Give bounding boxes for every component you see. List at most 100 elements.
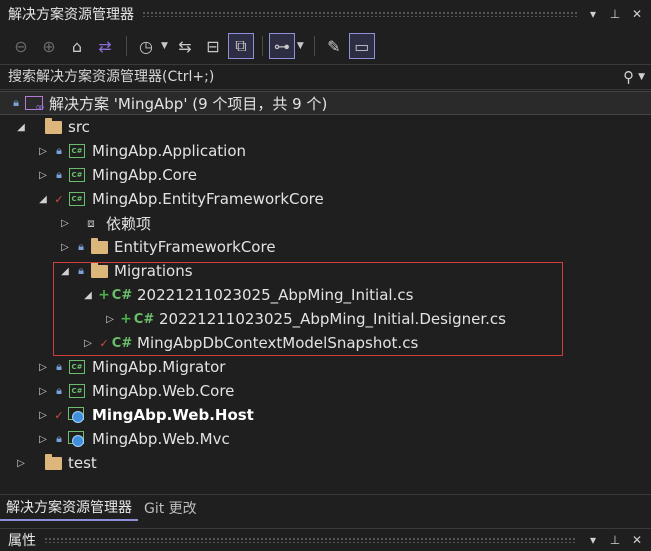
pin-icon[interactable]: ⊥ bbox=[609, 7, 621, 21]
csharp-file-icon: C# bbox=[111, 287, 133, 303]
tree-item-webhost[interactable]: ▷ ✓ MingAbp.Web.Host bbox=[0, 403, 651, 427]
tab-git-changes[interactable]: Git 更改 bbox=[138, 496, 203, 520]
bottom-tabs: 解决方案资源管理器 Git 更改 bbox=[0, 494, 651, 521]
folder-icon bbox=[89, 237, 109, 255]
csharp-file-icon: C# bbox=[133, 311, 155, 327]
tree-item-test[interactable]: ▷ test bbox=[0, 451, 651, 475]
search-bar: ⚲ ▼ bbox=[0, 64, 651, 90]
properties-wrench-icon[interactable]: ✎ bbox=[321, 33, 347, 59]
history-icon[interactable]: ◷ bbox=[133, 33, 159, 59]
forward-icon[interactable]: ⊕ bbox=[36, 33, 62, 59]
tree-item-application[interactable]: ▷ 🔒︎ C# MingAbp.Application bbox=[0, 139, 651, 163]
tree-item-label: Migrations bbox=[114, 262, 193, 280]
show-all-files-icon[interactable]: ⧉ bbox=[227, 33, 254, 59]
tree-item-label: EntityFrameworkCore bbox=[114, 238, 276, 256]
solution-icon bbox=[24, 95, 45, 114]
folder-icon bbox=[43, 117, 63, 135]
chevron-down-icon[interactable]: ▼ bbox=[297, 41, 304, 51]
lock-icon: 🔒︎ bbox=[78, 264, 84, 277]
close-icon[interactable]: ✕ bbox=[631, 533, 643, 547]
collapse-all-icon[interactable]: ⊟ bbox=[200, 33, 226, 59]
search-icon[interactable]: ⚲ bbox=[623, 68, 634, 86]
lock-icon: 🔒︎ bbox=[78, 240, 84, 253]
tree-item-label: MingAbpDbContextModelSnapshot.cs bbox=[137, 334, 419, 352]
web-project-icon bbox=[67, 407, 87, 423]
lock-icon: 🔒︎ bbox=[13, 96, 19, 109]
tree-item-label: MingAbp.Web.Mvc bbox=[92, 430, 230, 448]
lock-icon: 🔒︎ bbox=[56, 168, 62, 181]
tree-item-initial-designer[interactable]: ▷ + C# 20221211023025_AbpMing_Initial.De… bbox=[0, 307, 651, 331]
pin-icon[interactable]: ⊥ bbox=[609, 533, 621, 547]
tree-item-label: MingAbp.EntityFrameworkCore bbox=[92, 190, 324, 208]
collapsed-arrow-icon[interactable]: ▷ bbox=[36, 146, 50, 157]
toolbar: ⊖ ⊕ ⌂ ⇄ ◷ ▼ ⇆ ⊟ ⧉ ⊶ ▼ ✎ ▭ bbox=[0, 30, 651, 62]
back-icon[interactable]: ⊖ bbox=[8, 33, 34, 59]
folder-icon bbox=[89, 261, 109, 279]
folder-icon bbox=[43, 453, 63, 471]
chevron-down-icon[interactable]: ▼ bbox=[161, 41, 168, 51]
window-dropdown-icon[interactable]: ▾ bbox=[587, 533, 599, 547]
panel-title: 解决方案资源管理器 bbox=[8, 7, 134, 23]
csharp-project-icon: C# bbox=[67, 167, 87, 183]
checkmark-icon: ✓ bbox=[54, 408, 64, 422]
tree-item-label: 20221211023025_AbpMing_Initial.Designer.… bbox=[159, 310, 506, 328]
collapsed-arrow-icon[interactable]: ▷ bbox=[36, 386, 50, 397]
tree-item-initial-migration[interactable]: ◢ + C# 20221211023025_AbpMing_Initial.cs bbox=[0, 283, 651, 307]
titlebar-grip[interactable] bbox=[44, 537, 577, 543]
tree-item-label: MingAbp.Migrator bbox=[92, 358, 226, 376]
collapsed-arrow-icon[interactable]: ▷ bbox=[58, 242, 72, 253]
view-tree-icon[interactable]: ⊶ bbox=[268, 33, 295, 59]
checkmark-icon: ✓ bbox=[54, 192, 64, 206]
collapsed-arrow-icon[interactable]: ▷ bbox=[103, 314, 117, 325]
csharp-project-icon: C# bbox=[67, 191, 87, 207]
collapsed-arrow-icon[interactable]: ▷ bbox=[36, 434, 50, 445]
tree-item-label: src bbox=[68, 118, 90, 136]
tree-item-label: MingAbp.Application bbox=[92, 142, 247, 160]
tree-item-core[interactable]: ▷ 🔒︎ C# MingAbp.Core bbox=[0, 163, 651, 187]
tree-item-webcore[interactable]: ▷ 🔒︎ C# MingAbp.Web.Core bbox=[0, 379, 651, 403]
window-dropdown-icon[interactable]: ▾ bbox=[587, 7, 599, 21]
collapsed-arrow-icon[interactable]: ▷ bbox=[81, 338, 95, 349]
collapsed-arrow-icon[interactable]: ▷ bbox=[14, 458, 28, 469]
tree-item-label: 20221211023025_AbpMing_Initial.cs bbox=[137, 286, 414, 304]
titlebar-grip[interactable] bbox=[142, 11, 577, 17]
tree-item-migrations[interactable]: ◢ 🔒︎ Migrations bbox=[0, 259, 651, 283]
home-icon[interactable]: ⌂ bbox=[64, 33, 90, 59]
tree-item-efcore[interactable]: ◢ ✓ C# MingAbp.EntityFrameworkCore bbox=[0, 187, 651, 211]
lock-icon: 🔒︎ bbox=[56, 144, 62, 157]
checkmark-icon: ✓ bbox=[99, 336, 109, 350]
toolbar-divider bbox=[313, 36, 315, 56]
toolbar-divider bbox=[261, 36, 263, 56]
csharp-project-icon: C# bbox=[67, 383, 87, 399]
collapsed-arrow-icon[interactable]: ▷ bbox=[36, 410, 50, 421]
tab-solution-explorer[interactable]: 解决方案资源管理器 bbox=[0, 495, 138, 521]
tree-item-label: 依赖项 bbox=[106, 214, 152, 233]
expanded-arrow-icon[interactable]: ◢ bbox=[81, 290, 95, 301]
tree-item-dependencies[interactable]: ▷ ⧈ 依赖项 bbox=[0, 211, 651, 235]
tree-item-snapshot[interactable]: ▷ ✓ C# MingAbpDbContextModelSnapshot.cs bbox=[0, 331, 651, 355]
collapsed-arrow-icon[interactable]: ▷ bbox=[58, 218, 72, 229]
expanded-arrow-icon[interactable]: ◢ bbox=[58, 266, 72, 277]
sync-icon[interactable]: ⇆ bbox=[172, 33, 198, 59]
collapsed-arrow-icon[interactable]: ▷ bbox=[36, 362, 50, 373]
lock-icon: 🔒︎ bbox=[56, 360, 62, 373]
properties-panel-titlebar: 属性 ▾ ⊥ ✕ bbox=[0, 528, 651, 551]
tree-item-solution[interactable]: 🔒︎ 解决方案 'MingAbp' (9 个项目，共 9 个) bbox=[0, 91, 651, 115]
added-plus-icon: + bbox=[98, 287, 110, 303]
vs-switch-icon[interactable]: ⇄ bbox=[92, 33, 118, 59]
tree-item-label: test bbox=[68, 454, 97, 472]
tree-item-efcore-folder[interactable]: ▷ 🔒︎ EntityFrameworkCore bbox=[0, 235, 651, 259]
tree-item-webmvc[interactable]: ▷ 🔒︎ MingAbp.Web.Mvc bbox=[0, 427, 651, 451]
panel-titlebar: 解决方案资源管理器 ▾ ⊥ ✕ bbox=[0, 0, 651, 28]
expanded-arrow-icon[interactable]: ◢ bbox=[14, 122, 28, 133]
search-options-chevron-icon[interactable]: ▼ bbox=[638, 72, 645, 82]
close-icon[interactable]: ✕ bbox=[631, 7, 643, 21]
tree-item-migrator[interactable]: ▷ 🔒︎ C# MingAbp.Migrator bbox=[0, 355, 651, 379]
toolbar-divider bbox=[126, 36, 127, 56]
csharp-file-icon: C# bbox=[111, 335, 133, 351]
preview-icon[interactable]: ▭ bbox=[348, 33, 375, 59]
expanded-arrow-icon[interactable]: ◢ bbox=[36, 194, 50, 205]
search-input[interactable] bbox=[0, 68, 624, 86]
collapsed-arrow-icon[interactable]: ▷ bbox=[36, 170, 50, 181]
tree-item-src[interactable]: ◢ src bbox=[0, 115, 651, 139]
